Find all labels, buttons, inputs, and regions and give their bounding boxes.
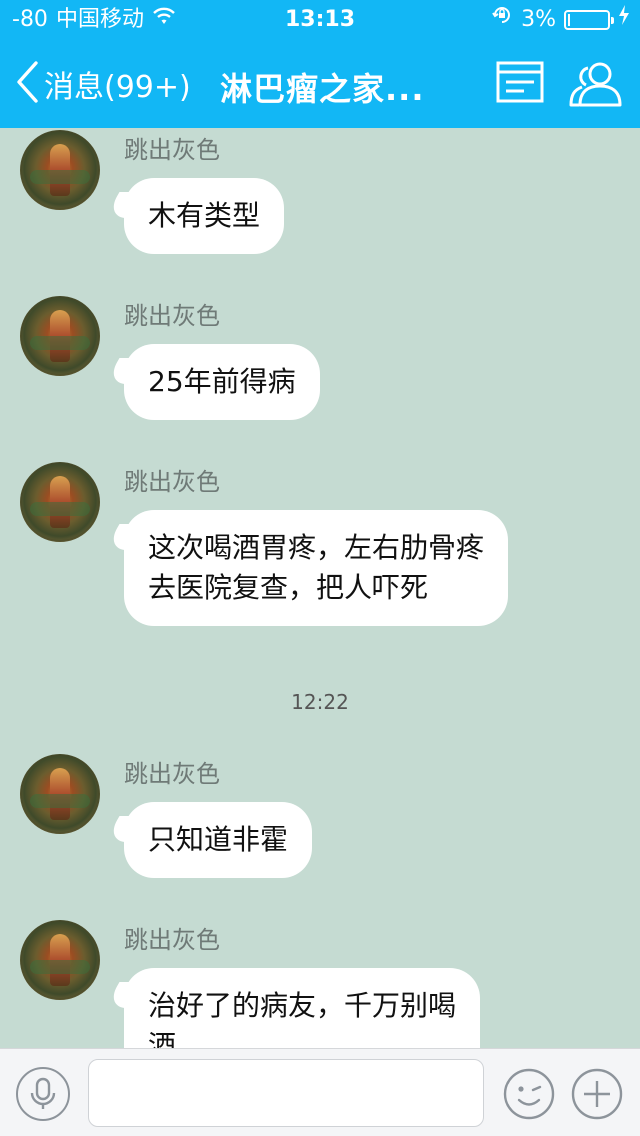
emoji-icon [502,1068,556,1125]
sender-name: 跳出灰色 [124,136,220,164]
message-text: 只知道非霍 [148,823,289,856]
message-bubble[interactable]: 25年前得病 [124,344,320,420]
chat-timestamp: 12:22 [291,690,349,714]
voice-button[interactable] [16,1067,70,1121]
message-text: 酒。 [148,1029,205,1048]
menu-button[interactable] [496,60,544,108]
message-text: 去医院复查，把人吓死 [148,571,429,604]
message-text: 25年前得病 [148,365,296,398]
chevron-left-icon [14,60,40,108]
microphone-icon [18,1077,68,1123]
input-bar [0,1048,640,1136]
chat-screen: -80 中国移动 13:13 3% 消息(99+) 淋巴瘤之家... 跳出灰色 … [0,0,640,1136]
message-text: 木有类型 [148,199,261,232]
status-bar: -80 中国移动 13:13 3% [0,0,640,40]
chat-area[interactable]: 跳出灰色 木有类型 跳出灰色 25年前得病 跳出灰色 这次喝酒胃疼，左右肋骨疼 … [0,128,640,1048]
message-bubble[interactable]: 只知道非霍 [124,802,313,878]
emoji-button[interactable] [502,1067,556,1121]
nav-bar: 消息(99+) 淋巴瘤之家... [0,40,640,128]
avatar[interactable] [20,920,100,1000]
message-bubble[interactable]: 治好了的病友，千万别喝 酒。 [124,968,481,1048]
plus-icon [570,1068,624,1125]
group-members-button[interactable] [568,60,624,112]
message-input[interactable] [88,1059,484,1127]
chat-title: 淋巴瘤之家... [220,70,425,108]
battery-icon [564,10,614,30]
sender-name: 跳出灰色 [124,302,220,330]
message-bubble[interactable]: 木有类型 [124,178,285,254]
sender-name: 跳出灰色 [124,926,220,954]
avatar[interactable] [20,754,100,834]
avatar[interactable] [20,130,100,210]
battery-level [568,14,570,26]
back-button[interactable]: 消息(99+) [14,58,191,110]
plus-button[interactable] [570,1067,624,1121]
avatar[interactable] [20,296,100,376]
group-members-icon [568,62,624,112]
rotation-lock-icon [491,0,513,40]
charging-icon [618,0,630,40]
message-bubble[interactable]: 这次喝酒胃疼，左右肋骨疼 去医院复查，把人吓死 [124,510,509,626]
message-text: 这次喝酒胃疼，左右肋骨疼 [148,531,485,564]
menu-icon [496,61,544,108]
message-text: 治好了的病友，千万别喝 [148,989,457,1022]
back-label: 消息(99+) [44,70,191,105]
sender-name: 跳出灰色 [124,760,220,788]
avatar[interactable] [20,462,100,542]
battery-percent: 3% [521,7,556,32]
sender-name: 跳出灰色 [124,468,220,496]
